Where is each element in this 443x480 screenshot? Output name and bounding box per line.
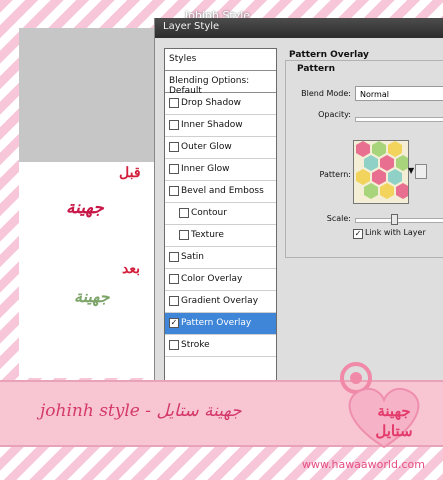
opacity-slider[interactable] (355, 117, 443, 122)
sidebar-item-label: Contour (191, 208, 227, 218)
sidebar-item-label: Satin (181, 252, 204, 262)
before-label: قبل (119, 165, 141, 181)
checkbox[interactable] (169, 186, 179, 196)
sidebar-item-label: Gradient Overlay (181, 296, 259, 306)
link-with-layer-row[interactable]: ✓ Link with Layer (353, 228, 426, 239)
pattern-swatch[interactable] (353, 140, 409, 204)
pattern-dropdown-arrow-icon[interactable]: ▼ (408, 166, 414, 175)
badge-line-1: جهينة (377, 402, 411, 420)
sidebar-item-stroke[interactable]: Stroke (165, 335, 276, 357)
dialog-titlebar[interactable]: Layer Style (155, 18, 443, 38)
sidebar-item-contour[interactable]: Contour (165, 203, 276, 225)
site-url[interactable]: www.hawaaworld.com (302, 458, 425, 471)
preview-panel: قبل جهينة بعد جهينة (19, 28, 154, 378)
after-label: بعد (122, 261, 140, 277)
blend-mode-select[interactable]: Normal (355, 86, 443, 101)
section-title: Pattern (297, 64, 335, 74)
sidebar-item-color-overlay[interactable]: Color Overlay (165, 269, 276, 291)
badge-line-2: ستايل (375, 422, 413, 440)
checkbox[interactable] (169, 296, 179, 306)
checkbox-checked[interactable]: ✓ (169, 318, 179, 328)
pattern-overlay-panel: Pattern Overlay Pattern Blend Mode: Norm… (283, 46, 443, 382)
sidebar-item-label: Pattern Overlay (181, 318, 252, 328)
sidebar-item-label: Inner Shadow (181, 120, 243, 130)
link-with-layer-label: Link with Layer (365, 228, 426, 237)
pattern-label: Pattern: (319, 170, 351, 179)
sidebar-item-label: Inner Glow (181, 164, 230, 174)
sidebar-item-label: Color Overlay (181, 274, 243, 284)
checkbox[interactable] (169, 274, 179, 284)
snap-to-origin-button[interactable] (415, 164, 427, 179)
sidebar-item-satin[interactable]: Satin (165, 247, 276, 269)
sidebar-item-styles[interactable]: Styles (165, 49, 276, 71)
sidebar-item-drop-shadow[interactable]: Drop Shadow (165, 93, 276, 115)
sidebar-item-inner-shadow[interactable]: Inner Shadow (165, 115, 276, 137)
hexagon-pattern-icon (354, 141, 408, 203)
sidebar-item-pattern-overlay[interactable]: ✓ Pattern Overlay (165, 313, 276, 335)
sidebar-item-blending-options[interactable]: Blending Options: Default (165, 71, 276, 96)
banner-text: johinh style - جهينة ستايل (40, 401, 242, 421)
blend-mode-label: Blend Mode: (301, 89, 351, 98)
sidebar-item-label: Bevel and Emboss (181, 186, 264, 196)
checkbox[interactable] (169, 340, 179, 350)
dialog-title: Layer Style (163, 21, 220, 32)
scale-slider-thumb[interactable] (391, 214, 398, 225)
scale-slider[interactable] (355, 218, 443, 223)
scale-label: Scale: (326, 214, 351, 223)
sidebar-item-outer-glow[interactable]: Outer Glow (165, 137, 276, 159)
checkbox[interactable] (169, 120, 179, 130)
opacity-label: Opacity: (318, 110, 351, 119)
sidebar-item-label: Texture (191, 230, 224, 240)
sample-before-text: جهينة (66, 198, 104, 218)
sidebar-item-gradient-overlay[interactable]: Gradient Overlay (165, 291, 276, 313)
sidebar-item-label: Drop Shadow (181, 98, 242, 108)
checkbox[interactable] (179, 230, 189, 240)
sidebar-item-label: Stroke (181, 340, 210, 350)
screenshot-frame: Johinh Style قبل جهينة بعد جهينة Layer S… (0, 0, 443, 480)
sidebar-item-bevel-emboss[interactable]: Bevel and Emboss (165, 181, 276, 203)
preview-canvas-area (19, 28, 154, 162)
checkbox[interactable] (169, 142, 179, 152)
sidebar-item-label: Outer Glow (181, 142, 232, 152)
checkbox[interactable] (179, 208, 189, 218)
checkbox[interactable] (169, 252, 179, 262)
styles-sidebar: Styles Blending Options: Default Drop Sh… (164, 48, 277, 384)
group-title: Pattern Overlay (289, 50, 369, 60)
sidebar-item-inner-glow[interactable]: Inner Glow (165, 159, 276, 181)
link-with-layer-checkbox[interactable]: ✓ (353, 229, 363, 239)
sample-after-text: جهينة (74, 287, 110, 306)
sidebar-item-label: Styles (169, 54, 197, 64)
layer-style-dialog: Layer Style Styles Blending Options: Def… (154, 18, 443, 384)
sidebar-item-texture[interactable]: Texture (165, 225, 276, 247)
checkbox[interactable] (169, 164, 179, 174)
checkbox[interactable] (169, 98, 179, 108)
logo-badge: جهينة ستايل (334, 352, 434, 452)
